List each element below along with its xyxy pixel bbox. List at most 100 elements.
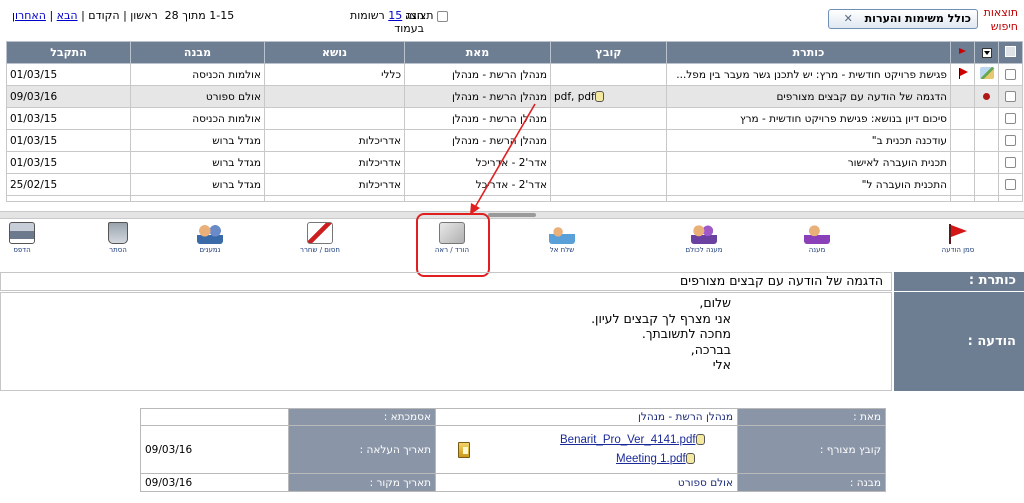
row-subject[interactable]: סיכום דיון בנושא: פגישת פרויקט חודשית - …: [666, 107, 951, 130]
attachment-link[interactable]: Meeting 1.pdf: [616, 453, 686, 465]
print-button[interactable]: הדפס: [0, 222, 50, 260]
table-row[interactable]: התכנית הועברה ל" אדר'2 - אדריכל אדריכלות מג…: [6, 173, 1023, 196]
select-all-header[interactable]: [998, 41, 1023, 64]
splitter-handle[interactable]: [488, 213, 536, 217]
row-subject[interactable]: הדגמה של הודעה עם קבצים מצורפים: [666, 85, 951, 108]
row-file[interactable]: [550, 63, 667, 86]
pagination: 1-15 מתוך 28 ראשון | הקודם | הבא | האחרו…: [12, 9, 234, 22]
row-checkbox[interactable]: [1005, 157, 1016, 168]
subject-text[interactable]: סיכום דיון בנושא: פגישת פרויקט חודשית - …: [740, 113, 947, 125]
row-file[interactable]: [550, 107, 667, 130]
table-row[interactable]: [6, 195, 1023, 202]
row-building: אולם ספורט: [130, 85, 265, 108]
row-select-cell[interactable]: [998, 129, 1023, 152]
building-label: מבנה :: [737, 473, 887, 492]
row-cell: [130, 195, 265, 202]
from-text: מנהלן הרשת - מנהלן: [452, 134, 547, 147]
per-page-prefix: הצג: [405, 9, 424, 22]
row-received: 01/03/15: [6, 63, 131, 86]
row-file[interactable]: [550, 151, 667, 174]
col-topic[interactable]: נושא: [264, 41, 405, 64]
col-file[interactable]: קובץ: [550, 41, 667, 64]
subject-text[interactable]: עודכנה תכנית ב": [872, 135, 947, 147]
paging-last-link[interactable]: האחרון: [12, 9, 46, 22]
close-icon[interactable]: ✕: [844, 12, 853, 25]
from-text: אדר'2 - אדריכל: [475, 156, 547, 169]
row-select-cell[interactable]: [998, 85, 1023, 108]
recipients-people-icon: [197, 222, 223, 244]
block-release-button[interactable]: חסום / שחרר: [292, 222, 348, 260]
row-subject[interactable]: פגישת פרויקט חודשית - מרץ: יש לתכנן גשר …: [666, 63, 951, 86]
select-all-checkbox[interactable]: [1005, 45, 1016, 57]
block-user-icon: [307, 222, 333, 244]
table-row[interactable]: תכנית הועברה לאישור אדר'2 - אדריכל אדריכלו…: [6, 151, 1023, 174]
reply-button[interactable]: מענה: [789, 222, 845, 260]
topic-text: כללי: [381, 68, 401, 81]
row-flag-cell[interactable]: [950, 63, 975, 86]
col-building[interactable]: מבנה: [130, 41, 265, 64]
row-subject[interactable]: עודכנה תכנית ב": [666, 129, 951, 152]
row-checkbox[interactable]: [1005, 179, 1016, 190]
approval-value: [140, 408, 289, 426]
approval-label: אסמכתא :: [288, 408, 436, 426]
table-row[interactable]: סיכום דיון בנושא: פגישת פרויקט חודשית - …: [6, 107, 1023, 130]
row-checkbox[interactable]: [1005, 113, 1016, 124]
row-checkbox[interactable]: [1005, 91, 1016, 102]
table-row[interactable]: הדגמה של הודעה עם קבצים מצורפים pdf, pdf מ…: [6, 85, 1023, 108]
table-header-row: כותרת קובץ מאת נושא מבנה התקבל: [6, 41, 1023, 64]
subject-text[interactable]: תכנית הועברה לאישור: [848, 157, 947, 169]
row-cell: [950, 195, 975, 202]
send-to-button[interactable]: שלח אל: [534, 222, 590, 260]
paging-next-link[interactable]: הבא: [57, 9, 78, 22]
row-subject[interactable]: תכנית הועברה לאישור: [666, 151, 951, 174]
flag-column-header[interactable]: [950, 41, 975, 64]
row-cell: [264, 195, 405, 202]
col-from[interactable]: מאת: [404, 41, 551, 64]
table-row[interactable]: עודכנה תכנית ב" מנהלן הרשת - מנהלן אדריכלו…: [6, 129, 1023, 152]
send-to-label: שלח אל: [549, 246, 575, 254]
row-flag-cell[interactable]: [950, 173, 975, 196]
row-file[interactable]: pdf, pdf: [550, 85, 667, 108]
flag-icon[interactable]: [956, 67, 970, 79]
from-value: מנהלן הרשת - מנהלן: [434, 408, 739, 426]
subject-text[interactable]: התכנית הועברה ל": [862, 179, 947, 191]
row-flag-cell[interactable]: [950, 129, 975, 152]
table-row[interactable]: פגישת פרויקט חודשית - מרץ: יש לתכנן גשר …: [6, 63, 1023, 86]
row-select-cell[interactable]: [998, 63, 1023, 86]
dropdown-icon[interactable]: [981, 48, 992, 58]
row-status-cell: [974, 63, 999, 86]
display-checkbox[interactable]: [436, 10, 448, 22]
subject-text[interactable]: הדגמה של הודעה עם קבצים מצורפים: [776, 91, 947, 103]
reply-all-button[interactable]: מענה לכולם: [676, 222, 732, 260]
subject-text[interactable]: פגישת פרויקט חודשית - מרץ: יש לתכנן גשר …: [676, 69, 947, 81]
per-page-count-link[interactable]: 15: [388, 9, 402, 22]
row-flag-cell[interactable]: [950, 107, 975, 130]
flag-message-button[interactable]: סמן הודעה: [930, 222, 986, 260]
row-subject[interactable]: התכנית הועברה ל": [666, 173, 951, 196]
printer-icon: [9, 222, 35, 244]
sort-menu-header[interactable]: [974, 41, 999, 64]
file-types-text[interactable]: pdf, pdf: [554, 91, 595, 103]
row-select-cell[interactable]: [998, 173, 1023, 196]
paging-separator: |: [81, 9, 85, 22]
recipients-button[interactable]: נמענים: [182, 222, 238, 260]
received-date: 09/03/16: [10, 90, 58, 103]
row-select-cell[interactable]: [998, 151, 1023, 174]
pane-splitter[interactable]: [0, 211, 1024, 219]
col-subject[interactable]: כותרת: [666, 41, 951, 64]
attachment-item: Meeting 1.pdf: [440, 450, 733, 469]
row-flag-cell[interactable]: [950, 151, 975, 174]
row-cell: [550, 195, 667, 202]
col-received[interactable]: התקבל: [6, 41, 131, 64]
download-document-icon[interactable]: [458, 442, 470, 458]
include-notes-filter-button[interactable]: כולל משימות והערות ✕: [828, 9, 978, 29]
row-file[interactable]: [550, 129, 667, 152]
row-file[interactable]: [550, 173, 667, 196]
row-checkbox[interactable]: [1005, 69, 1016, 80]
row-select-cell[interactable]: [998, 107, 1023, 130]
row-flag-cell[interactable]: [950, 85, 975, 108]
row-checkbox[interactable]: [1005, 135, 1016, 146]
hide-button[interactable]: הסתר: [90, 222, 146, 260]
unread-dot-icon: [983, 92, 990, 100]
attachment-link[interactable]: Benarit_Pro_Ver_4141.pdf: [560, 434, 696, 446]
